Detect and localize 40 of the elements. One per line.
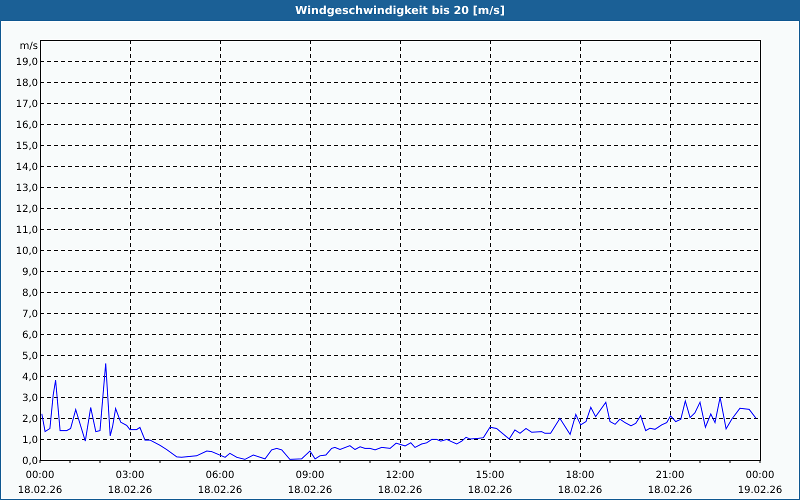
y-tick-label: 2,0 bbox=[22, 414, 38, 425]
y-tick-label: 14,0 bbox=[16, 162, 38, 173]
y-tick-label: 11,0 bbox=[16, 225, 38, 236]
y-tick-label: 10,0 bbox=[16, 246, 38, 257]
x-tick-date: 18.02.26 bbox=[18, 485, 62, 496]
x-tick-date: 18.02.26 bbox=[288, 485, 332, 496]
x-tick-time: 12:00 bbox=[386, 470, 414, 481]
x-tick-time: 00:00 bbox=[746, 470, 774, 481]
x-tick-time: 21:00 bbox=[656, 470, 684, 481]
y-tick-label: 3,0 bbox=[22, 393, 38, 404]
y-tick-label: 0,0 bbox=[22, 456, 38, 467]
x-tick-time: 03:00 bbox=[116, 470, 144, 481]
y-tick-label: 19,0 bbox=[16, 57, 38, 68]
y-tick-label: 9,0 bbox=[22, 267, 38, 278]
x-tick-date: 18.02.26 bbox=[198, 485, 242, 496]
y-tick-label: 5,0 bbox=[22, 351, 38, 362]
x-tick-time: 09:00 bbox=[296, 470, 324, 481]
x-tick-date: 18.02.26 bbox=[648, 485, 692, 496]
y-tick-label: 4,0 bbox=[22, 372, 38, 383]
y-tick-label: 15,0 bbox=[16, 141, 38, 152]
y-tick-label: 17,0 bbox=[16, 99, 38, 110]
x-tick-date: 19.02.26 bbox=[738, 485, 782, 496]
x-tick-time: 00:00 bbox=[26, 470, 54, 481]
y-tick-label: 16,0 bbox=[16, 120, 38, 131]
x-tick-time: 06:00 bbox=[206, 470, 234, 481]
window-title: Windgeschwindigkeit bis 20 [m/s] bbox=[295, 2, 505, 19]
x-tick-time: 18:00 bbox=[566, 470, 594, 481]
y-tick-label: 6,0 bbox=[22, 330, 38, 341]
y-tick-label: 12,0 bbox=[16, 204, 38, 215]
x-tick-date: 18.02.26 bbox=[108, 485, 152, 496]
y-axis-unit: m/s bbox=[20, 41, 38, 52]
x-tick-date: 18.02.26 bbox=[378, 485, 422, 496]
y-tick-label: 8,0 bbox=[22, 288, 38, 299]
y-tick-label: 13,0 bbox=[16, 183, 38, 194]
y-tick-label: 7,0 bbox=[22, 309, 38, 320]
x-tick-date: 18.02.26 bbox=[558, 485, 602, 496]
y-tick-label: 18,0 bbox=[16, 78, 38, 89]
x-tick-date: 18.02.26 bbox=[468, 485, 512, 496]
x-tick-time: 15:00 bbox=[476, 470, 504, 481]
y-tick-label: 1,0 bbox=[22, 435, 38, 446]
